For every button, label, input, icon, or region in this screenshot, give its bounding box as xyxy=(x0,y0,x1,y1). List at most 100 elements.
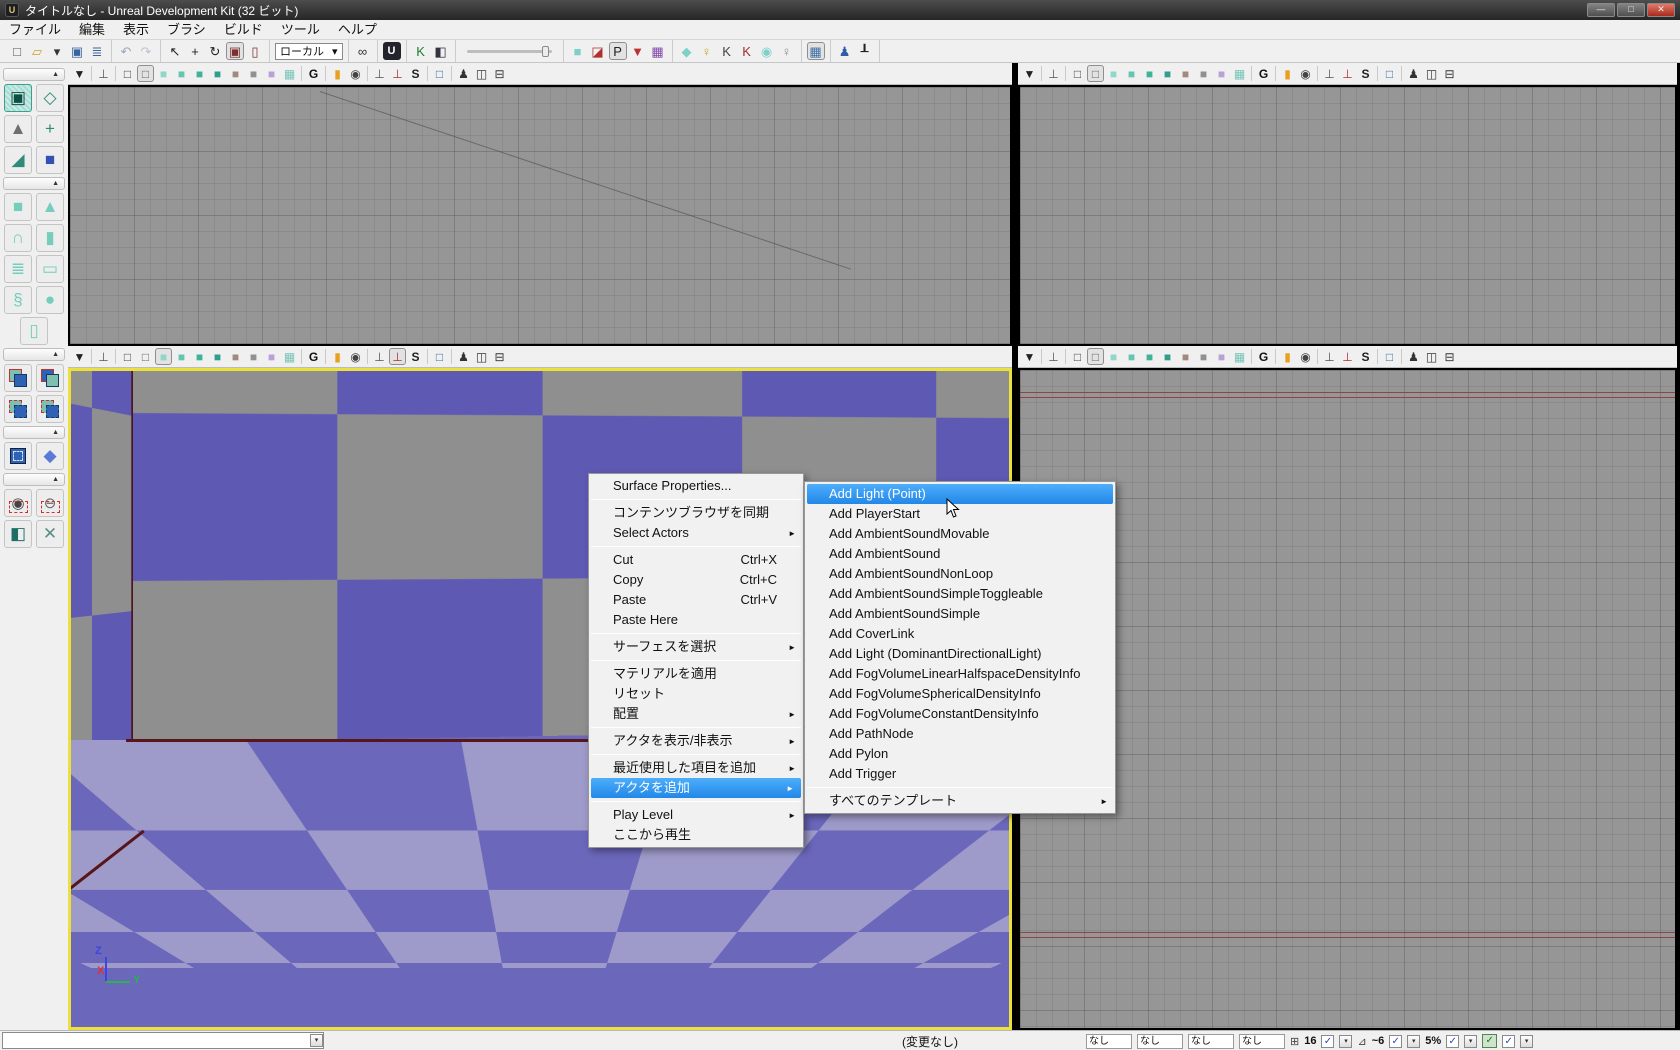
scale-grid-dropdown[interactable]: ▾ xyxy=(1464,1035,1477,1048)
unlit-view-icon[interactable]: ■ xyxy=(173,348,190,365)
spiral-staircase-brush-button[interactable]: § xyxy=(4,286,32,314)
camera-fast-icon[interactable]: ⊥ xyxy=(1339,65,1356,82)
scale-grid-checkbox[interactable]: ✓ xyxy=(1446,1035,1459,1048)
menu-item-item[interactable]: 配置► xyxy=(589,704,803,724)
menu-item-cut[interactable]: CutCtrl+X xyxy=(589,550,803,570)
joystick-icon[interactable]: ⊥ xyxy=(1045,348,1062,365)
realtime-eye-icon[interactable]: ◉ xyxy=(347,65,364,82)
lit-view-icon[interactable]: ■ xyxy=(1105,65,1122,82)
minimize-button[interactable]: — xyxy=(1587,3,1615,17)
menu-item-add-fogvolumelinearhalfspacedensityinfo[interactable]: Add FogVolumeLinearHalfspaceDensityInfo xyxy=(805,664,1115,684)
menubar-item-6[interactable]: ヘルプ xyxy=(329,20,386,39)
menu-item-add-trigger[interactable]: Add Trigger xyxy=(805,764,1115,784)
menubar-item-1[interactable]: 編集 xyxy=(70,20,114,39)
light-complexity-view-icon[interactable]: ■ xyxy=(1177,348,1194,365)
far-plane-slider[interactable] xyxy=(467,50,552,53)
realtime-eye-icon[interactable]: ◉ xyxy=(347,348,364,365)
section-header-selection[interactable]: ▲ xyxy=(3,426,65,439)
autosave-dropdown[interactable]: ▾ xyxy=(1520,1035,1533,1048)
lightmap-density-view-icon[interactable]: ▦ xyxy=(1231,348,1248,365)
static-mesh-mode-button[interactable]: ■ xyxy=(36,146,64,174)
lightmap-density-view-icon[interactable]: ▦ xyxy=(1231,65,1248,82)
section-header-modes[interactable]: ▲ xyxy=(3,68,65,81)
game-view-icon[interactable]: G xyxy=(1255,348,1272,365)
selection-info-field-2[interactable]: なし xyxy=(1137,1034,1183,1049)
unlit-view-icon[interactable]: ■ xyxy=(1123,65,1140,82)
play-in-editor-icon[interactable]: ♟ xyxy=(836,42,854,60)
chevron-down-icon[interactable]: ▾ xyxy=(310,1034,323,1047)
lit-view-icon[interactable]: ■ xyxy=(1105,348,1122,365)
csg-subtract-button[interactable] xyxy=(36,364,64,392)
viewport-maximize-arrow-icon[interactable]: ▼ xyxy=(71,65,88,82)
cone-brush-button[interactable]: ▲ xyxy=(36,193,64,221)
viewport-maximize-arrow-icon[interactable]: ▼ xyxy=(71,348,88,365)
texture-align-mode-button[interactable]: + xyxy=(36,115,64,143)
redo-icon[interactable]: ↷ xyxy=(137,42,155,60)
realtime-eye-icon[interactable]: ◉ xyxy=(1297,348,1314,365)
new-file-icon[interactable]: □ xyxy=(8,42,26,60)
kismet-icon[interactable]: K xyxy=(412,42,430,60)
sphere-brush-button[interactable]: ● xyxy=(36,286,64,314)
csg-intersect-button[interactable] xyxy=(4,395,32,423)
unlit-view-icon[interactable]: ■ xyxy=(173,65,190,82)
selection-info-field-3[interactable]: なし xyxy=(1188,1034,1234,1049)
curved-staircase-brush-button[interactable]: ∩ xyxy=(4,224,32,252)
menu-item-play-level[interactable]: Play Level► xyxy=(589,805,803,825)
selection-info-field-4[interactable]: なし xyxy=(1239,1034,1285,1049)
play-in-viewport-icon[interactable]: ♟ xyxy=(455,348,472,365)
scale-tool-icon[interactable]: ▣ xyxy=(226,42,244,60)
socket-snap-icon[interactable]: ▼ xyxy=(629,42,647,60)
detail-lighting-view-icon[interactable]: ■ xyxy=(1141,348,1158,365)
kismet-node-icon[interactable]: K xyxy=(718,42,736,60)
card-brush-button[interactable]: ▯ xyxy=(20,317,48,345)
rotate-tool-icon[interactable]: ↻ xyxy=(206,42,224,60)
texture-density-view-icon[interactable]: ■ xyxy=(263,348,280,365)
realtime-eye-icon[interactable]: ◉ xyxy=(1297,65,1314,82)
lighting-only-view-icon[interactable]: ■ xyxy=(209,348,226,365)
camera-slow-icon[interactable]: ⊥ xyxy=(371,348,388,365)
play-in-viewport-icon[interactable]: ♟ xyxy=(1405,348,1422,365)
menu-item-add-fogvolumeconstantdensityinfo[interactable]: Add FogVolumeConstantDensityInfo xyxy=(805,704,1115,724)
lighting-only-view-icon[interactable]: ■ xyxy=(1159,348,1176,365)
menubar-item-2[interactable]: 表示 xyxy=(114,20,158,39)
menu-item-select-actors[interactable]: Select Actors► xyxy=(589,523,803,543)
texture-density-view-icon[interactable]: ■ xyxy=(1213,65,1230,82)
texture-stats-icon[interactable]: ▦ xyxy=(649,42,667,60)
menu-item-item[interactable]: 最近使用した項目を追加► xyxy=(589,758,803,778)
menu-item-surface-properties[interactable]: Surface Properties... xyxy=(589,476,803,496)
menu-item-copy[interactable]: CopyCtrl+C xyxy=(589,570,803,590)
maximize-viewport-icon[interactable]: □ xyxy=(431,65,448,82)
detail-lighting-view-icon[interactable]: ■ xyxy=(1141,65,1158,82)
menubar-item-3[interactable]: ブラシ xyxy=(158,20,215,39)
wireframe-view-icon[interactable]: □ xyxy=(119,348,136,365)
wireframe-view-icon[interactable]: □ xyxy=(119,65,136,82)
volume-icon[interactable]: ◆ xyxy=(678,42,696,60)
maximize-button[interactable]: □ xyxy=(1617,3,1645,17)
camera-fast-icon[interactable]: ⊥ xyxy=(389,65,406,82)
content-browser-icon[interactable]: U xyxy=(383,42,401,60)
drag-grid-dropdown[interactable]: ▾ xyxy=(1339,1035,1352,1048)
lightmap-density-view-icon[interactable]: ▦ xyxy=(281,65,298,82)
cylinder-brush-button[interactable]: ▮ xyxy=(36,224,64,252)
menu-item-item[interactable]: アクタを追加► xyxy=(591,778,801,798)
translate-tool-icon[interactable]: + xyxy=(186,42,204,60)
squint-icon[interactable]: S xyxy=(1357,65,1374,82)
shader-complexity-view-icon[interactable]: ■ xyxy=(1195,348,1212,365)
squint-icon[interactable]: S xyxy=(407,348,424,365)
menu-item-item[interactable]: リセット xyxy=(589,684,803,704)
menu-item-add-fogvolumesphericaldensityinfo[interactable]: Add FogVolumeSphericalDensityInfo xyxy=(805,684,1115,704)
menu-item-add-pylon[interactable]: Add Pylon xyxy=(805,744,1115,764)
build-grid-icon[interactable]: ▦ xyxy=(807,42,825,60)
actor-class-combo[interactable]: ▾ xyxy=(2,1032,324,1049)
split-horizontal-icon[interactable]: ◫ xyxy=(473,348,490,365)
lighting-only-view-icon[interactable]: ■ xyxy=(209,65,226,82)
section-header-visibility[interactable]: ▲ xyxy=(3,473,65,486)
section-header-csg[interactable]: ▲ xyxy=(3,348,65,361)
menu-item-item[interactable]: すべてのテンプレート► xyxy=(805,791,1115,811)
prefab-lock-icon[interactable]: P xyxy=(609,42,627,60)
light-complexity-view-icon[interactable]: ■ xyxy=(1177,65,1194,82)
menubar-item-5[interactable]: ツール xyxy=(272,20,329,39)
menu-item-item[interactable]: ここから再生 xyxy=(589,825,803,845)
undo-icon[interactable]: ↶ xyxy=(117,42,135,60)
brush-wireframe-view-icon[interactable]: □ xyxy=(137,65,154,82)
